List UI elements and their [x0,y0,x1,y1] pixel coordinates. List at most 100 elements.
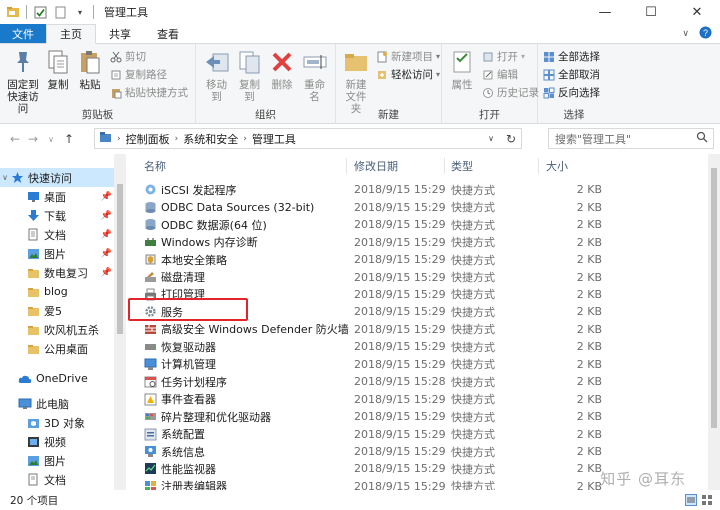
nav-item-folder[interactable]: 数电复习 📌 [0,263,114,282]
nav-item-label: 视频 [44,435,66,449]
nav-pc-documents[interactable]: 文档 [0,470,114,489]
table-row[interactable]: 碎片整理和优化驱动器 2018/9/15 15:29 快捷方式 2 KB [128,408,688,426]
paste-shortcut-button[interactable]: 粘贴快捷方式 [109,85,188,100]
table-row[interactable]: 系统配置 2018/9/15 15:29 快捷方式 2 KB [128,425,688,443]
cut-button[interactable]: 剪切 [109,49,188,64]
nav-item-folder[interactable]: 爱5 [0,301,114,320]
nav-item-folder[interactable]: blog [0,282,114,301]
table-row[interactable]: ODBC 数据源(64 位) 2018/9/15 15:29 快捷方式 2 KB [128,216,688,234]
recent-locations-icon[interactable]: ∨ [42,135,60,144]
file-date: 2018/9/15 15:29 [354,235,446,249]
nav-this-pc[interactable]: 此电脑 [0,394,114,413]
table-row[interactable]: 本地安全策略 2018/9/15 15:29 快捷方式 2 KB [128,251,688,269]
nav-pc-pictures[interactable]: 图片 [0,451,114,470]
edit-label: 编辑 [497,69,518,81]
properties-check-icon[interactable] [33,5,47,19]
up-arrow-icon[interactable]: ↑ [60,132,78,146]
close-button[interactable]: ✕ [674,0,720,24]
large-icons-view-icon[interactable] [700,493,714,507]
table-row[interactable]: iSCSI 发起程序 2018/9/15 15:29 快捷方式 2 KB [128,181,688,199]
search-input[interactable]: 搜索"管理工具" [548,128,714,149]
tab-file[interactable]: 文件 [0,24,46,43]
nav-item-folder[interactable]: 吹风机五杀 [0,320,114,339]
nav-item-downloads[interactable]: 下载 📌 [0,206,114,225]
expand-arrow-icon[interactable]: ∨ [0,173,10,182]
address-bar[interactable]: › 控制面板 › 系统和安全 › 管理工具 ∨ ↻ [94,128,522,149]
tab-home[interactable]: 主页 [46,24,96,44]
table-row[interactable]: 磁盘清理 2018/9/15 15:29 快捷方式 2 KB [128,268,688,286]
file-type: 快捷方式 [451,218,495,232]
pin-to-quick-access-button[interactable]: 固定到 快速访问 [5,47,41,115]
column-header-date[interactable]: 修改日期 [354,158,398,174]
history-label: 历史记录 [497,87,539,99]
annotation-highlight-box [128,298,248,321]
file-size: 2 KB [576,270,602,284]
help-icon[interactable]: ? [699,26,712,42]
list-scroll-thumb[interactable] [711,168,717,428]
copy-to-button[interactable]: 复制到 [234,47,265,103]
tab-share[interactable]: 共享 [96,24,144,43]
column-header-type[interactable]: 类型 [451,158,473,174]
select-all-button[interactable]: 全部选择 [542,49,600,64]
nav-quick-access[interactable]: ∨ 快速访问 [0,168,114,187]
tab-view[interactable]: 查看 [144,24,192,43]
file-type: 快捷方式 [451,462,495,476]
table-row[interactable]: 任务计划程序 2018/9/15 15:28 快捷方式 2 KB [128,373,688,391]
nav-item-label: 爱5 [44,304,62,318]
maximize-button[interactable]: ☐ [628,0,674,24]
nav-item-documents[interactable]: 文档 📌 [0,225,114,244]
nav-item-folder[interactable]: 公用桌面 [0,339,114,358]
table-row[interactable]: ODBC Data Sources (32-bit) 2018/9/15 15:2… [128,198,688,216]
back-arrow-icon[interactable]: ← [6,132,24,146]
disk-cleanup-icon [144,271,157,284]
copy-button[interactable]: 复制 [43,47,73,91]
list-scrollbar[interactable] [708,154,720,490]
nav-scrollbar[interactable] [114,154,125,490]
customize-quick-access-icon[interactable]: ▾ [73,5,87,19]
easy-access-button[interactable]: 轻松访问 ▾ [375,67,440,82]
nav-quick-access-label: 快速访问 [28,171,72,185]
minimize-button[interactable]: — [582,0,628,24]
refresh-icon[interactable]: ↻ [501,129,521,148]
nav-item-pictures[interactable]: 图片 📌 [0,244,114,263]
history-button[interactable]: 历史记录 [481,85,539,100]
file-size: 2 KB [576,445,602,458]
invert-selection-button[interactable]: 反向选择 [542,85,600,100]
nav-onedrive[interactable]: OneDrive [0,369,114,388]
forward-arrow-icon[interactable]: → [24,132,42,146]
properties-button[interactable]: 属性 [447,47,477,91]
new-folder-quick-icon[interactable] [53,5,67,19]
table-row[interactable]: 恢复驱动器 2018/9/15 15:29 快捷方式 2 KB [128,338,688,356]
file-date: 2018/9/15 15:29 [354,270,446,284]
copy-path-button[interactable]: 复制路径 [109,67,188,82]
history-icon [481,86,494,99]
table-row[interactable]: 系统信息 2018/9/15 15:29 快捷方式 2 KB [128,443,688,461]
nav-pc-3d-objects[interactable]: 3D 对象 [0,413,114,432]
table-row[interactable]: Windows 内存诊断 2018/9/15 15:29 快捷方式 2 KB [128,233,688,251]
nav-item-desktop[interactable]: 桌面 📌 [0,187,114,206]
delete-button[interactable]: 删除 [267,47,297,91]
rename-button[interactable]: 重命名 [299,47,330,103]
scissors-icon [109,50,122,63]
breadcrumb-admin-tools[interactable]: 管理工具 [252,131,296,147]
new-folder-button[interactable]: 新建 文件夹 [341,47,371,115]
collapse-ribbon-icon[interactable]: ∨ [682,29,689,39]
column-header-size[interactable]: 大小 [546,158,568,174]
edit-button[interactable]: 编辑 [481,67,539,82]
new-item-button[interactable]: 新建项目 ▾ [375,49,440,64]
table-row[interactable]: 计算机管理 2018/9/15 15:29 快捷方式 2 KB [128,356,688,374]
select-none-button[interactable]: 全部取消 [542,67,600,82]
move-to-button[interactable]: 移动到 [201,47,232,103]
paste-button[interactable]: 粘贴 [75,47,105,91]
details-view-icon[interactable] [684,493,698,507]
nav-pc-videos[interactable]: 视频 [0,432,114,451]
breadcrumb-system-security[interactable]: 系统和安全 [183,131,238,147]
table-row[interactable]: 事件查看器 2018/9/15 15:29 快捷方式 2 KB [128,390,688,408]
table-row[interactable]: 高级安全 Windows Defender 防火墙 2018/9/15 15:29… [128,321,688,339]
address-dropdown-icon[interactable]: ∨ [481,129,501,148]
nav-scroll-thumb[interactable] [117,184,123,334]
open-button[interactable]: 打开 ▾ [481,49,539,64]
column-header-name[interactable]: 名称 [144,158,166,174]
breadcrumb-control-panel[interactable]: 控制面板 [126,131,170,147]
copy-path-icon [109,68,122,81]
